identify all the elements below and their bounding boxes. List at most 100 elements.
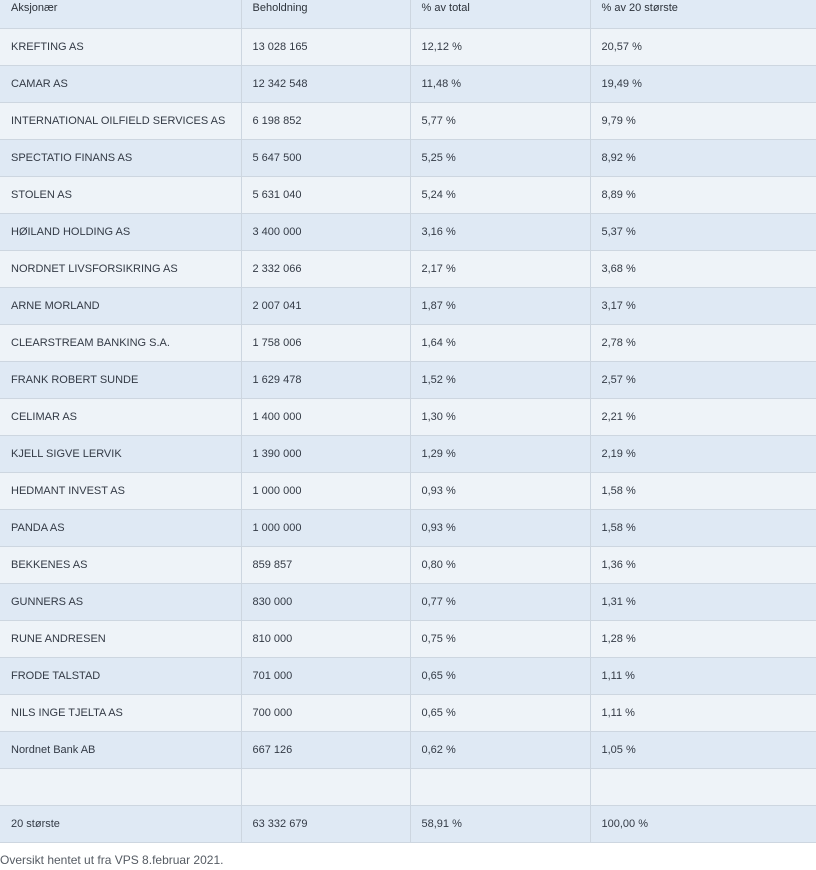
cell-shareholder: CLEARSTREAM BANKING S.A. xyxy=(0,324,242,362)
column-header-percent-top20: % av 20 største xyxy=(589,0,816,29)
cell-shareholder: ARNE MORLAND xyxy=(0,287,242,325)
cell-shareholder: FRANK ROBERT SUNDE xyxy=(0,361,242,399)
table-header-row: Aksjonær Beholdning % av total % av 20 s… xyxy=(0,0,816,29)
cell-shareholder: CELIMAR AS xyxy=(0,398,242,436)
cell-percent-total: 0,77 % xyxy=(409,583,591,621)
table-row: BEKKENES AS 859 857 0,80 % 1,36 % xyxy=(0,546,816,584)
cell-holding: 5 631 040 xyxy=(240,176,411,214)
cell-percent-top20: 2,78 % xyxy=(589,324,816,362)
cell-percent-top20: 9,79 % xyxy=(589,102,816,140)
cell-percent-top20: 2,57 % xyxy=(589,361,816,399)
cell-shareholder: 20 største xyxy=(0,805,242,843)
cell-percent-total: 5,24 % xyxy=(409,176,591,214)
cell-holding: 5 647 500 xyxy=(240,139,411,177)
cell-percent-total: 5,77 % xyxy=(409,102,591,140)
table-row: FRODE TALSTAD 701 000 0,65 % 1,11 % xyxy=(0,657,816,695)
cell-shareholder: Nordnet Bank AB xyxy=(0,731,242,769)
cell-percent-total: 11,48 % xyxy=(409,65,591,103)
cell-holding: 859 857 xyxy=(240,546,411,584)
cell-percent-total: 2,17 % xyxy=(409,250,591,288)
cell-holding: 830 000 xyxy=(240,583,411,621)
cell-percent-total: 1,29 % xyxy=(409,435,591,473)
cell-percent-top20: 5,37 % xyxy=(589,213,816,251)
cell-percent-total: 0,93 % xyxy=(409,472,591,510)
table-row: KREFTING AS 13 028 165 12,12 % 20,57 % xyxy=(0,28,816,66)
cell-holding: 810 000 xyxy=(240,620,411,658)
cell-holding: 667 126 xyxy=(240,731,411,769)
table-row: KJELL SIGVE LERVIK 1 390 000 1,29 % 2,19 % xyxy=(0,435,816,473)
table-row: PANDA AS 1 000 000 0,93 % 1,58 % xyxy=(0,509,816,547)
cell-holding: 1 758 006 xyxy=(240,324,411,362)
cell-percent-top20: 1,05 % xyxy=(589,731,816,769)
cell-holding: 6 198 852 xyxy=(240,102,411,140)
cell-percent-top20: 1,36 % xyxy=(589,546,816,584)
cell-holding: 2 007 041 xyxy=(240,287,411,325)
cell-percent-total xyxy=(409,768,591,806)
cell-holding: 1 000 000 xyxy=(240,509,411,547)
cell-percent-top20: 1,28 % xyxy=(589,620,816,658)
column-header-holding: Beholdning xyxy=(240,0,411,29)
cell-holding: 13 028 165 xyxy=(240,28,411,66)
cell-percent-total: 0,80 % xyxy=(409,546,591,584)
cell-percent-total: 0,62 % xyxy=(409,731,591,769)
cell-shareholder: HEDMANT INVEST AS xyxy=(0,472,242,510)
cell-percent-top20 xyxy=(589,768,816,806)
cell-percent-top20: 1,58 % xyxy=(589,472,816,510)
table-row: CELIMAR AS 1 400 000 1,30 % 2,21 % xyxy=(0,398,816,436)
cell-shareholder: FRODE TALSTAD xyxy=(0,657,242,695)
column-header-percent-total: % av total xyxy=(409,0,591,29)
cell-shareholder: KJELL SIGVE LERVIK xyxy=(0,435,242,473)
cell-shareholder: INTERNATIONAL OILFIELD SERVICES AS xyxy=(0,102,242,140)
table-row: NORDNET LIVSFORSIKRING AS 2 332 066 2,17 %… xyxy=(0,250,816,288)
cell-holding: 1 629 478 xyxy=(240,361,411,399)
cell-percent-top20: 3,68 % xyxy=(589,250,816,288)
cell-percent-total: 1,87 % xyxy=(409,287,591,325)
table-row: FRANK ROBERT SUNDE 1 629 478 1,52 % 2,57 % xyxy=(0,361,816,399)
cell-percent-top20: 20,57 % xyxy=(589,28,816,66)
cell-shareholder: HØILAND HOLDING AS xyxy=(0,213,242,251)
cell-holding xyxy=(240,768,411,806)
cell-percent-top20: 100,00 % xyxy=(589,805,816,843)
table-row: Nordnet Bank AB 667 126 0,62 % 1,05 % xyxy=(0,731,816,769)
cell-percent-total: 1,64 % xyxy=(409,324,591,362)
cell-shareholder: GUNNERS AS xyxy=(0,583,242,621)
column-header-shareholder: Aksjonær xyxy=(0,0,242,29)
cell-shareholder: CAMAR AS xyxy=(0,65,242,103)
cell-percent-top20: 2,21 % xyxy=(589,398,816,436)
cell-percent-total: 5,25 % xyxy=(409,139,591,177)
cell-percent-total: 0,65 % xyxy=(409,657,591,695)
shareholder-table: Aksjonær Beholdning % av total % av 20 s… xyxy=(0,0,816,843)
table-row xyxy=(0,768,816,806)
cell-percent-total: 58,91 % xyxy=(409,805,591,843)
cell-shareholder: NILS INGE TJELTA AS xyxy=(0,694,242,732)
table-row: 20 største 63 332 679 58,91 % 100,00 % xyxy=(0,805,816,843)
cell-percent-total: 0,93 % xyxy=(409,509,591,547)
cell-percent-top20: 3,17 % xyxy=(589,287,816,325)
cell-shareholder: RUNE ANDRESEN xyxy=(0,620,242,658)
cell-percent-top20: 1,11 % xyxy=(589,694,816,732)
cell-percent-top20: 1,11 % xyxy=(589,657,816,695)
cell-percent-top20: 19,49 % xyxy=(589,65,816,103)
cell-shareholder: KREFTING AS xyxy=(0,28,242,66)
cell-percent-top20: 2,19 % xyxy=(589,435,816,473)
cell-shareholder: SPECTATIO FINANS AS xyxy=(0,139,242,177)
source-footnote: Oversikt hentet ut fra VPS 8.februar 202… xyxy=(0,853,224,867)
table-row: NILS INGE TJELTA AS 700 000 0,65 % 1,11 % xyxy=(0,694,816,732)
table-row: RUNE ANDRESEN 810 000 0,75 % 1,28 % xyxy=(0,620,816,658)
table-row: CLEARSTREAM BANKING S.A. 1 758 006 1,64 % 2… xyxy=(0,324,816,362)
table-row: HØILAND HOLDING AS 3 400 000 3,16 % 5,37 % xyxy=(0,213,816,251)
cell-shareholder: STOLEN AS xyxy=(0,176,242,214)
cell-percent-top20: 1,58 % xyxy=(589,509,816,547)
cell-shareholder: PANDA AS xyxy=(0,509,242,547)
table-row: HEDMANT INVEST AS 1 000 000 0,93 % 1,58 % xyxy=(0,472,816,510)
cell-percent-total: 0,75 % xyxy=(409,620,591,658)
table-row: SPECTATIO FINANS AS 5 647 500 5,25 % 8,92 % xyxy=(0,139,816,177)
cell-percent-top20: 1,31 % xyxy=(589,583,816,621)
table-row: INTERNATIONAL OILFIELD SERVICES AS 6 198 … xyxy=(0,102,816,140)
cell-percent-total: 3,16 % xyxy=(409,213,591,251)
cell-holding: 701 000 xyxy=(240,657,411,695)
cell-percent-total: 1,30 % xyxy=(409,398,591,436)
table-body: KREFTING AS 13 028 165 12,12 % 20,57 % CAMAR… xyxy=(0,28,816,843)
cell-shareholder xyxy=(0,768,242,806)
cell-percent-total: 1,52 % xyxy=(409,361,591,399)
